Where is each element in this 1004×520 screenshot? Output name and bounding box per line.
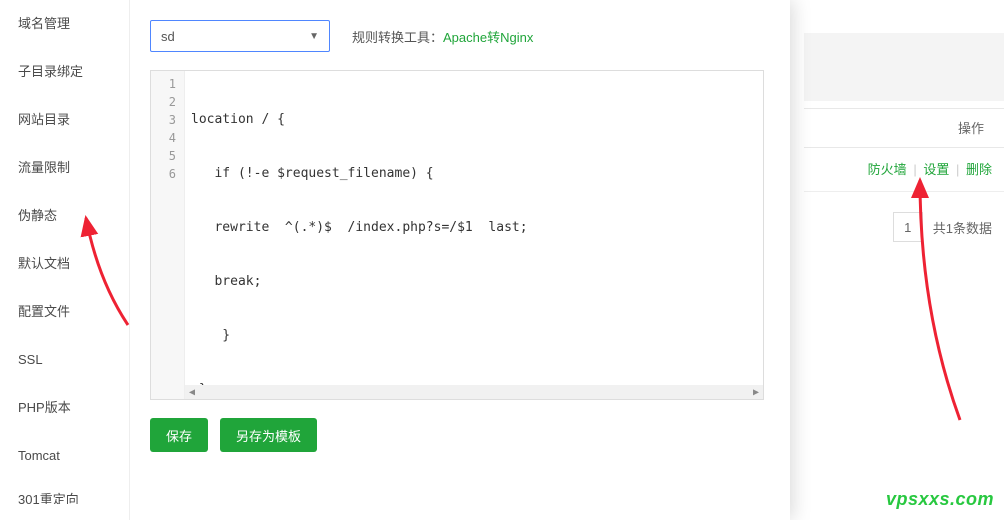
code-line: break; xyxy=(191,273,757,291)
code-line: location / { xyxy=(191,111,757,129)
sidebar-item-php[interactable]: PHP版本 xyxy=(0,384,129,432)
separator: | xyxy=(956,162,959,177)
sidebar: 域名管理 子目录绑定 网站目录 流量限制 伪静态 默认文档 配置文件 SSL P… xyxy=(0,0,130,520)
table-row: 防火墙 | 设置 | 删除 xyxy=(804,148,1004,192)
sidebar-item-rewrite[interactable]: 伪静态 xyxy=(0,192,129,240)
line-number: 6 xyxy=(151,165,184,183)
line-number: 1 xyxy=(151,75,184,93)
code-line: } xyxy=(191,327,757,345)
editor-gutter: 1 2 3 4 5 6 xyxy=(151,71,185,399)
select-value: sd xyxy=(161,29,175,44)
chevron-down-icon: ▼ xyxy=(309,31,319,42)
line-number: 2 xyxy=(151,93,184,111)
sidebar-item-sitedir[interactable]: 网站目录 xyxy=(0,96,129,144)
code-line: if (!-e $request_filename) { xyxy=(191,165,757,183)
background-panel: 操作 防火墙 | 设置 | 删除 1 共1条数据 xyxy=(804,0,1004,520)
scroll-right-icon[interactable]: ▶ xyxy=(749,385,763,399)
col-header-operation: 操作 xyxy=(958,121,984,136)
apache-to-nginx-link[interactable]: Apache转Nginx xyxy=(443,30,533,45)
sidebar-item-subdir[interactable]: 子目录绑定 xyxy=(0,48,129,96)
page-total-text: 共1条数据 xyxy=(933,218,992,237)
bg-toolbar-band xyxy=(804,33,1004,101)
line-number: 3 xyxy=(151,111,184,129)
main-panel: sd ▼ 规则转换工具：Apache转Nginx 1 2 3 4 5 6 loc… xyxy=(130,0,790,520)
code-area[interactable]: location / { if (!-e $request_filename) … xyxy=(185,71,763,399)
toolbar: sd ▼ 规则转换工具：Apache转Nginx xyxy=(150,20,764,52)
pagination: 1 共1条数据 xyxy=(893,212,992,242)
tool-label-group: 规则转换工具：Apache转Nginx xyxy=(352,27,533,46)
link-firewall[interactable]: 防火墙 xyxy=(868,162,907,177)
template-select[interactable]: sd ▼ xyxy=(150,20,330,52)
horizontal-scrollbar[interactable]: ◀ ▶ xyxy=(185,385,763,399)
separator: | xyxy=(913,162,916,177)
sidebar-item-defaultdoc[interactable]: 默认文档 xyxy=(0,240,129,288)
line-number: 5 xyxy=(151,147,184,165)
action-bar: 保存 另存为模板 xyxy=(150,418,764,452)
link-settings[interactable]: 设置 xyxy=(923,162,949,177)
save-button[interactable]: 保存 xyxy=(150,418,208,452)
save-as-template-button[interactable]: 另存为模板 xyxy=(220,418,317,452)
page-number[interactable]: 1 xyxy=(893,212,923,242)
line-number: 4 xyxy=(151,129,184,147)
sidebar-item-domain[interactable]: 域名管理 xyxy=(0,0,129,48)
tool-label: 规则转换工具： xyxy=(352,30,443,45)
sidebar-item-tomcat[interactable]: Tomcat xyxy=(0,432,129,480)
table-header-operation: 操作 xyxy=(804,108,1004,148)
code-line: rewrite ^(.*)$ /index.php?s=/$1 last; xyxy=(191,219,757,237)
link-delete[interactable]: 删除 xyxy=(966,162,992,177)
code-editor[interactable]: 1 2 3 4 5 6 location / { if (!-e $reques… xyxy=(150,70,764,400)
scroll-left-icon[interactable]: ◀ xyxy=(185,385,199,399)
sidebar-item-ssl[interactable]: SSL xyxy=(0,336,129,384)
sidebar-item-traffic[interactable]: 流量限制 xyxy=(0,144,129,192)
sidebar-item-301[interactable]: 301重定向 xyxy=(0,480,129,504)
sidebar-item-config[interactable]: 配置文件 xyxy=(0,288,129,336)
watermark: vpsxxs.com xyxy=(886,489,994,510)
